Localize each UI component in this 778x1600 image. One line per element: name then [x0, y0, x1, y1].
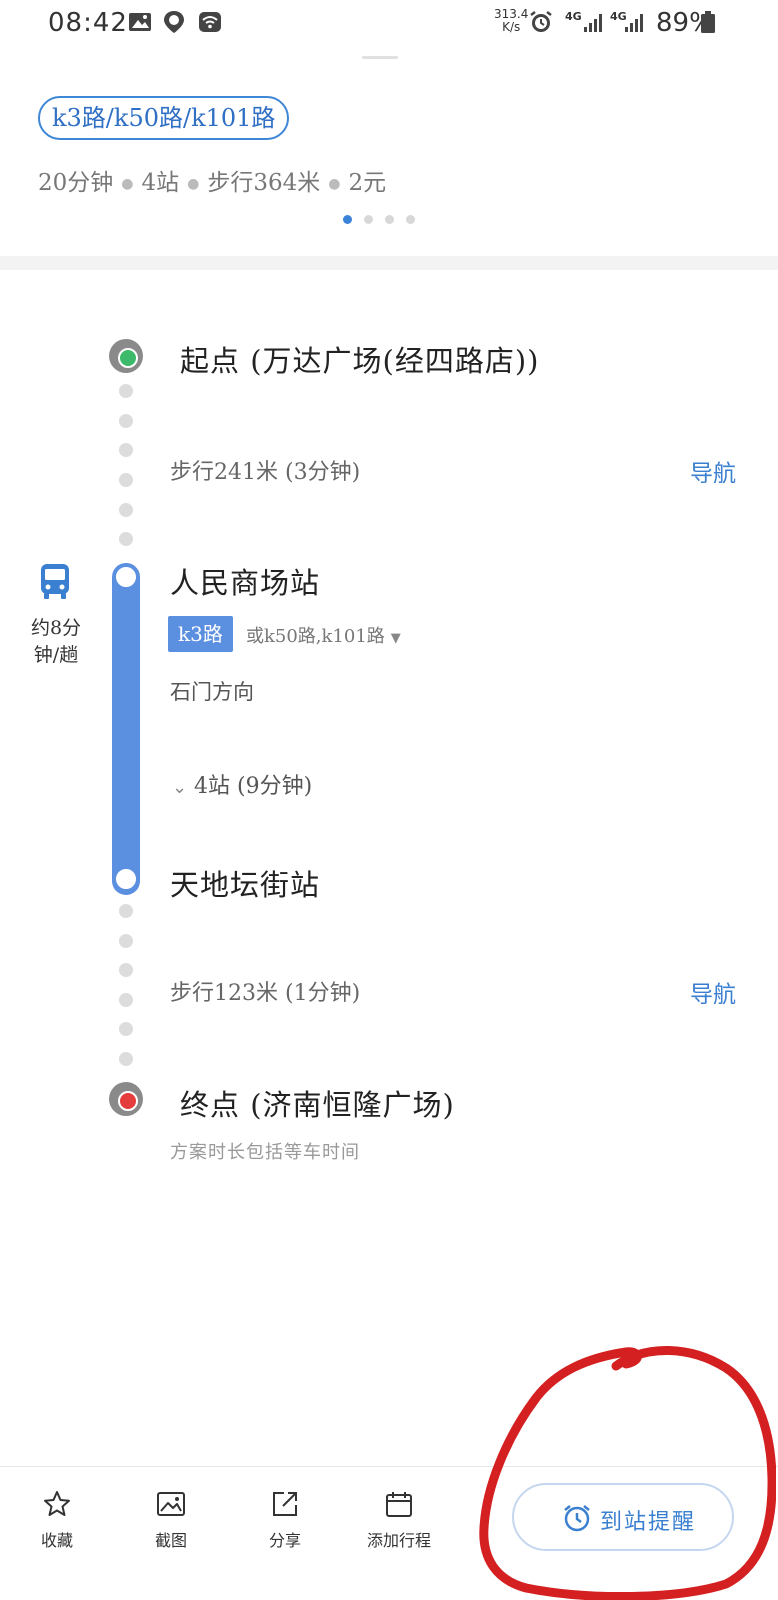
- bus-ride-bar: [112, 565, 140, 895]
- walk-dot: [119, 473, 133, 487]
- navigate-link-2[interactable]: 导航: [690, 975, 736, 1009]
- walk-dot: [119, 1022, 133, 1036]
- start-marker-icon: [109, 339, 143, 373]
- page-dot[interactable]: [385, 215, 394, 224]
- summary-duration: 20分钟: [38, 170, 114, 196]
- walk-dot: [119, 934, 133, 948]
- duration-note: 方案时长包括等车时间: [170, 1142, 360, 1163]
- section-divider: [0, 256, 778, 270]
- walk-dot: [119, 993, 133, 1007]
- drag-handle[interactable]: [362, 56, 398, 59]
- alight-stop: 天地坛街站: [170, 868, 321, 902]
- board-stop: 人民商场站: [170, 566, 321, 600]
- summary-stops: 4站: [141, 170, 180, 196]
- favorite-label: 收藏: [40, 1531, 73, 1550]
- page-dot[interactable]: [364, 215, 373, 224]
- alternative-lines-text: 或k50路,k101路: [246, 626, 385, 647]
- route-summary: 20分钟 ● 4站 ● 步行364米 ● 2元: [38, 163, 386, 197]
- location-app-icon: [164, 11, 184, 33]
- status-time: 08:42: [48, 8, 128, 38]
- walk-dot: [119, 443, 133, 457]
- walk-dot: [119, 963, 133, 977]
- network-type-1: 4G: [565, 10, 582, 23]
- walk-dot: [119, 384, 133, 398]
- bottom-toolbar: 收藏 截图 分享 添加行程 到站提醒: [0, 1466, 778, 1600]
- image-icon: [157, 1492, 185, 1516]
- alarm-clock-icon: [564, 1505, 590, 1532]
- separator-dot: ●: [328, 176, 341, 192]
- walk-dot: [119, 532, 133, 546]
- signal-icon-2: [625, 14, 643, 32]
- arrival-reminder-button[interactable]: 到站提醒: [512, 1483, 734, 1551]
- share-button[interactable]: 分享: [240, 1489, 330, 1551]
- bus-line-tag[interactable]: k3路: [168, 616, 233, 652]
- bus-direction: 石门方向: [170, 680, 254, 704]
- walk-dot: [119, 904, 133, 918]
- walk-dot: [119, 503, 133, 517]
- net-speed-unit: K/s: [502, 20, 521, 34]
- arrival-reminder-label: 到站提醒: [600, 1510, 697, 1535]
- wifi-icon: [199, 12, 221, 32]
- page-dot-active[interactable]: [343, 215, 352, 224]
- share-label: 分享: [268, 1531, 301, 1550]
- status-bar: 08:42 313.4 K/s 4G 4G 89%: [0, 0, 778, 48]
- route-lines-pill[interactable]: k3路/k50路/k101路: [38, 96, 290, 140]
- walk-dot: [119, 1052, 133, 1066]
- ride-stops-text: 4站 (9分钟): [194, 774, 313, 799]
- add-trip-button[interactable]: 添加行程: [354, 1489, 444, 1551]
- add-trip-label: 添加行程: [366, 1531, 431, 1550]
- calendar-icon: [386, 1492, 412, 1517]
- favorite-button[interactable]: 收藏: [12, 1489, 102, 1551]
- summary-walk: 步行364米: [207, 170, 321, 196]
- bus-interval: 约8分钟/趟: [30, 617, 82, 666]
- ride-stops-toggle[interactable]: ⌄ 4站 (9分钟): [172, 768, 312, 800]
- walk-segment-1: 步行241米 (3分钟): [170, 460, 361, 485]
- board-stop-marker-icon: [112, 563, 140, 591]
- star-icon: [44, 1491, 70, 1516]
- navigate-link-1[interactable]: 导航: [690, 454, 736, 488]
- walk-dot: [119, 414, 133, 428]
- image-icon: [129, 13, 151, 31]
- signal-icon: [584, 14, 602, 32]
- battery-icon: [701, 11, 715, 33]
- screenshot-label: 截图: [154, 1531, 187, 1550]
- bus-icon: [41, 564, 69, 599]
- summary-fare: 2元: [348, 170, 387, 196]
- alternative-lines[interactable]: 或k50路,k101路 ▼: [246, 622, 401, 648]
- end-point: 终点 (济南恒隆广场): [180, 1088, 455, 1122]
- walk-segment-2: 步行123米 (1分钟): [170, 981, 361, 1006]
- share-icon: [273, 1492, 297, 1516]
- screenshot-button[interactable]: 截图: [126, 1489, 216, 1551]
- chevron-down-icon: ⌄: [172, 777, 188, 798]
- page-indicator[interactable]: [343, 215, 415, 225]
- alight-stop-marker-icon: [112, 865, 140, 893]
- separator-dot: ●: [121, 176, 134, 192]
- end-marker-icon: [109, 1082, 143, 1116]
- page-dot[interactable]: [406, 215, 415, 224]
- net-speed: 313.4 K/s: [494, 8, 528, 34]
- separator-dot: ●: [187, 176, 200, 192]
- dropdown-triangle-icon: ▼: [390, 631, 401, 646]
- start-point: 起点 (万达广场(经四路店)): [180, 344, 540, 378]
- alarm-icon: [530, 11, 552, 32]
